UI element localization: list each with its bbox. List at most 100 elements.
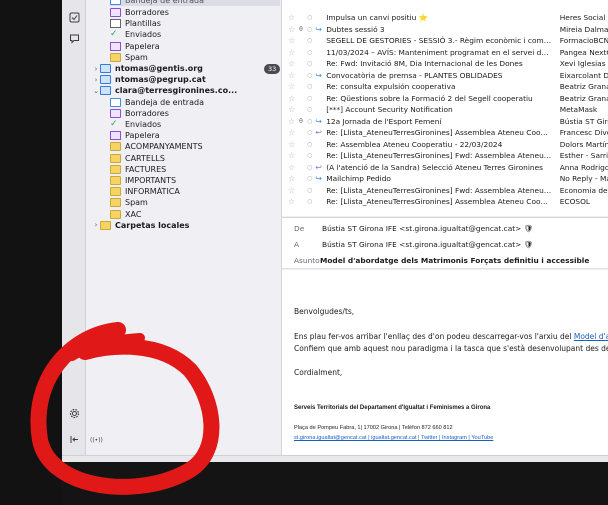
sent-folder[interactable]: ✓ Enviados <box>110 29 281 40</box>
to-value[interactable]: Bústia ST Girona IFE <st.girona.igualtat… <box>310 240 533 249</box>
star-icon[interactable]: ☆ <box>287 197 296 206</box>
message-row[interactable]: ☆ ○ Re: consulta expulsión cooperativa Beat… <box>282 81 608 92</box>
inbox-folder[interactable]: Bandeja de entrada <box>110 97 281 108</box>
read-status-icon[interactable]: ○ <box>306 106 314 113</box>
account-pegrup[interactable]: › ntomas@pegrup.cat <box>92 74 281 85</box>
message-row[interactable]: ☆ ○ ↪ Convocatòria de premsa - PLANTES OBLI… <box>282 70 608 81</box>
message-subject: Impulsa un canvi positiu ⭐ <box>326 13 428 22</box>
message-header: De Bústia ST Girona IFE <st.girona.igual… <box>282 217 608 269</box>
folder-label: Papelera <box>125 41 160 51</box>
folder-factures[interactable]: FACTURES <box>110 164 281 175</box>
star-icon[interactable]: ☆ <box>287 48 296 57</box>
chat-icon[interactable] <box>66 30 82 46</box>
read-status-icon[interactable]: ○ <box>306 198 314 205</box>
message-row[interactable]: ☆ ○ ↪ Mailchimp Pedido No Reply - Mai <box>282 173 608 184</box>
read-status-icon[interactable]: ○ <box>306 83 314 90</box>
message-subject: SEGELL DE GESTORIES - SESSIÓ 3.- Règim e… <box>326 36 552 45</box>
read-status-icon[interactable]: ○ <box>306 60 314 67</box>
folder-acompanyaments[interactable]: ACOMPANYAMENTS <box>110 141 281 152</box>
folder-importants[interactable]: IMPORTANTS <box>110 175 281 186</box>
templates-folder[interactable]: Plantillas <box>110 18 281 29</box>
star-icon[interactable]: ☆ <box>287 151 296 160</box>
account-terresgironines[interactable]: ⌄ clara@terresgironines.co... <box>92 85 281 96</box>
read-status-icon[interactable]: ○ <box>306 118 314 125</box>
chevron-right-icon[interactable]: › <box>92 65 100 73</box>
star-icon[interactable]: ☆ <box>287 36 296 45</box>
star-icon[interactable]: ☆ <box>287 117 296 126</box>
message-row[interactable]: ☆ ○ Re: Qüestions sobre la Formació 2 del … <box>282 93 608 104</box>
trash-folder-2[interactable]: Papelera <box>110 130 281 141</box>
read-status-icon[interactable]: ○ <box>306 129 314 136</box>
folder-xac[interactable]: XAC <box>110 209 281 220</box>
trash-icon <box>110 41 121 51</box>
message-row[interactable]: ☆ ⍬ ○ ↪ Dubtes sessió 3 Mireia Dalmau <box>282 24 608 35</box>
from-value[interactable]: Bústia ST Girona IFE <st.girona.igualtat… <box>310 224 533 233</box>
trash-folder[interactable]: Papelera <box>110 41 281 52</box>
chevron-right-icon[interactable]: › <box>92 221 100 229</box>
star-icon[interactable]: ☆ <box>287 94 296 103</box>
collapse-sidebar-icon[interactable] <box>66 431 82 447</box>
star-icon[interactable]: ☆ <box>287 82 296 91</box>
read-status-icon[interactable]: ○ <box>306 26 314 33</box>
read-status-icon[interactable]: ○ <box>306 14 314 21</box>
signature-org: Serveis Territorials del Departament d'I… <box>294 405 491 411</box>
read-status-icon[interactable]: ○ <box>306 95 314 102</box>
spam-folder[interactable]: Spam <box>110 52 281 63</box>
folder-label: Bandeja de entrada <box>125 0 204 5</box>
folder-cartells[interactable]: CARTELLS <box>110 153 281 164</box>
star-icon[interactable]: ☆ <box>287 128 296 137</box>
message-row[interactable]: ☆ ○ Re: [Llista_AteneuTerresGironines] Fwd… <box>282 185 608 196</box>
message-row[interactable]: ☆ ○ Re: [Llista_AteneuTerresGironines] Ass… <box>282 196 608 207</box>
message-row[interactable]: ☆ ⍬ ○ ↪ 12a Jornada de l'Esport Femení Bústia… <box>282 116 608 127</box>
spam-folder-2[interactable]: Spam <box>110 197 281 208</box>
inbox-folder-partial[interactable]: Bandeja de entrada <box>110 0 280 6</box>
star-icon[interactable]: ☆ <box>287 13 296 22</box>
folder-informatica[interactable]: INFORMÀTICA <box>110 186 281 197</box>
message-row[interactable]: ☆ ○ 11/03/2024 – AVÍS: Manteniment program… <box>282 47 608 58</box>
sent-folder-2[interactable]: ✓ Enviados <box>110 119 281 130</box>
chevron-down-icon[interactable]: ⌄ <box>92 87 100 95</box>
read-status-icon[interactable]: ○ <box>306 141 314 148</box>
account-gentis[interactable]: › ntomas@gentis.org 33 <box>92 63 281 74</box>
read-status-icon[interactable]: ○ <box>306 152 314 159</box>
unread-count-badge: 33 <box>264 64 281 74</box>
star-icon[interactable]: ☆ <box>287 25 296 34</box>
star-icon[interactable]: ☆ <box>287 186 296 195</box>
message-row[interactable]: ☆ ○ Re: Fwd: Invitació 8M, Dia Internacion… <box>282 58 608 69</box>
star-icon[interactable]: ☆ <box>287 140 296 149</box>
account-icon <box>100 64 111 73</box>
settings-gear-icon[interactable] <box>66 405 82 421</box>
signature-links[interactable]: st.girona.igualtat@gencat.cat | igualtat… <box>294 435 493 441</box>
star-icon[interactable]: ☆ <box>287 174 296 183</box>
message-row[interactable]: ☆ ○ [***] Account Security Notification Met… <box>282 104 608 115</box>
local-folders[interactable]: › Carpetas locales <box>92 220 281 231</box>
folder-label: FACTURES <box>125 164 167 174</box>
folder-label: Enviados <box>125 120 162 129</box>
read-status-icon[interactable]: ○ <box>306 164 314 171</box>
star-icon[interactable]: ☆ <box>287 59 296 68</box>
star-icon[interactable]: ☆ <box>287 163 296 172</box>
read-status-icon[interactable]: ○ <box>306 72 314 79</box>
message-correspondent: Dolors Martín - <box>559 139 608 149</box>
message-row[interactable]: ☆ ○ Impulsa un canvi positiu ⭐ Heres Social <box>282 12 608 23</box>
read-status-icon[interactable]: ○ <box>306 37 314 44</box>
wifi-icon[interactable]: ((•)) <box>90 437 103 444</box>
tasks-icon[interactable] <box>66 9 82 25</box>
drafts-folder-2[interactable]: Borradores <box>110 108 281 119</box>
read-status-icon[interactable]: ○ <box>306 49 314 56</box>
closing-text: Cordialment, <box>294 368 343 377</box>
message-row[interactable]: ☆ ○ Re: Assemblea Ateneu Cooperatiu - 22/0… <box>282 139 608 150</box>
read-status-icon[interactable]: ○ <box>306 187 314 194</box>
model-link[interactable]: Model d'abordatge de <box>574 332 608 341</box>
message-row[interactable]: ☆ ○ Re: [Llista_AteneuTerresGironines] Fwd… <box>282 150 608 161</box>
message-correspondent: Pangea NextCl <box>559 47 608 57</box>
message-row[interactable]: ☆ ○ SEGELL DE GESTORIES - SESSIÓ 3.- Règim… <box>282 35 608 46</box>
star-icon[interactable]: ☆ <box>287 71 296 80</box>
star-icon[interactable]: ☆ <box>287 105 296 114</box>
chevron-right-icon[interactable]: › <box>92 76 100 84</box>
message-row[interactable]: ☆ ○ ↩ (A l'atenció de la Sandra) Selecció A… <box>282 162 608 173</box>
greeting-text: Benvolgudes/ts, <box>294 307 355 316</box>
drafts-folder[interactable]: Borradores <box>110 7 281 18</box>
message-row[interactable]: ☆ ○ ↩ Re: [Llista_AteneuTerresGironines] As… <box>282 127 608 138</box>
read-status-icon[interactable]: ○ <box>306 175 314 182</box>
